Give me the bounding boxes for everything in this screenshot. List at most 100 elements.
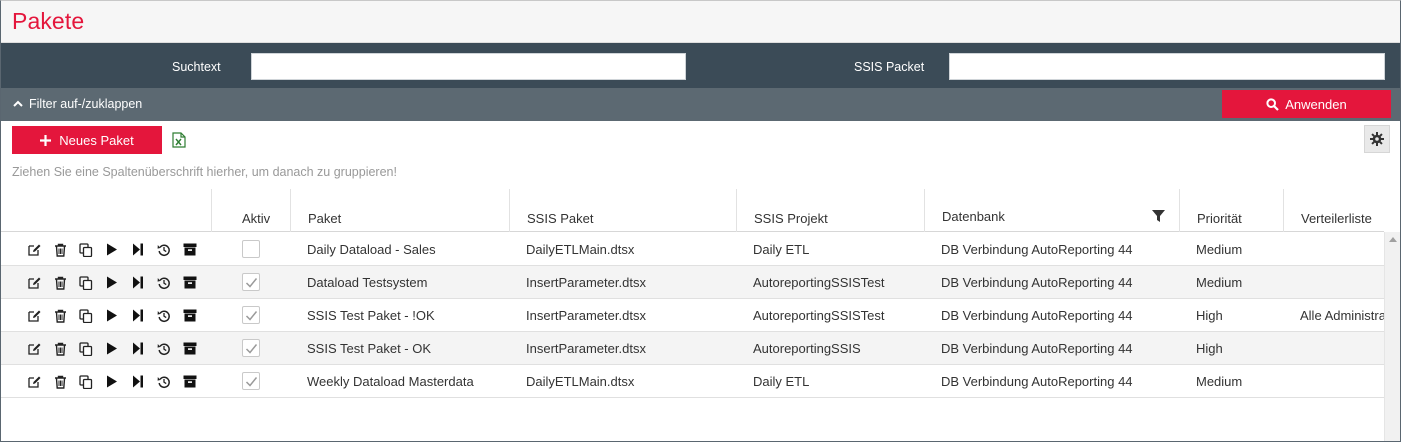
table-row[interactable]: SSIS Test Paket - OK InsertParameter.dtsx… <box>1 332 1384 365</box>
check-icon <box>245 311 258 321</box>
header-verteilerliste[interactable]: Verteilerliste <box>1283 189 1384 232</box>
cell-verteilerliste <box>1283 332 1384 365</box>
plus-icon <box>40 134 52 146</box>
step-forward-icon[interactable] <box>130 242 146 258</box>
history-icon[interactable] <box>156 242 172 258</box>
row-actions <box>26 266 198 299</box>
filter-panel: Suchtext SSIS Packet <box>1 43 1400 88</box>
aktiv-checkbox[interactable] <box>242 240 260 258</box>
play-icon[interactable] <box>104 374 120 390</box>
aktiv-checkbox[interactable] <box>242 372 260 390</box>
archive-icon[interactable] <box>182 242 198 258</box>
delete-icon[interactable] <box>52 341 68 357</box>
filter-toggle-bar: Filter auf-/zuklappen Anwenden <box>1 88 1400 121</box>
header-datenbank[interactable]: Datenbank <box>924 189 1179 232</box>
play-icon[interactable] <box>104 275 120 291</box>
play-icon[interactable] <box>104 242 120 258</box>
copy-icon[interactable] <box>78 374 94 390</box>
history-icon[interactable] <box>156 374 172 390</box>
apply-button-label: Anwenden <box>1285 96 1347 112</box>
table-row[interactable]: Dataload Testsystem InsertParameter.dtsx A… <box>1 266 1384 299</box>
header-prioritaet[interactable]: Priorität <box>1179 189 1283 232</box>
packages-page: Pakete Suchtext SSIS Packet Filter auf-/… <box>0 0 1401 442</box>
play-icon[interactable] <box>104 308 120 324</box>
vertical-scrollbar[interactable] <box>1384 232 1400 441</box>
filter-toggle[interactable]: Filter auf-/zuklappen <box>13 97 142 111</box>
cell-prioritaet: Medium <box>1196 374 1243 389</box>
edit-icon[interactable] <box>26 374 42 390</box>
cell-ssis-projekt: AutoreportingSSIS <box>753 341 861 356</box>
history-icon[interactable] <box>156 341 172 357</box>
check-icon <box>245 344 258 354</box>
copy-icon[interactable] <box>78 275 94 291</box>
history-icon[interactable] <box>156 308 172 324</box>
header-ssis-paket[interactable]: SSIS Paket <box>509 189 736 232</box>
edit-icon[interactable] <box>26 308 42 324</box>
step-forward-icon[interactable] <box>130 308 146 324</box>
chevron-up-icon <box>13 100 23 107</box>
play-icon[interactable] <box>104 341 120 357</box>
cell-prioritaet: Medium <box>1196 275 1243 290</box>
cell-verteilerliste <box>1283 266 1384 299</box>
cell-ssis-projekt: AutoreportingSSISTest <box>753 275 885 290</box>
copy-icon[interactable] <box>78 341 94 357</box>
cell-paket: Weekly Dataload Masterdata <box>307 374 474 389</box>
edit-icon[interactable] <box>26 242 42 258</box>
cell-prioritaet: Medium <box>1196 242 1243 257</box>
aktiv-checkbox[interactable] <box>242 339 260 357</box>
edit-icon[interactable] <box>26 275 42 291</box>
cell-paket: SSIS Test Paket - !OK <box>307 308 435 323</box>
grid-toolbar: Neues Paket <box>1 121 1400 161</box>
table-row[interactable]: Weekly Dataload Masterdata DailyETLMain.d… <box>1 365 1384 398</box>
step-forward-icon[interactable] <box>130 374 146 390</box>
ssis-packet-input[interactable] <box>949 53 1385 80</box>
delete-icon[interactable] <box>52 275 68 291</box>
cell-ssis-paket: DailyETLMain.dtsx <box>526 242 635 257</box>
cell-ssis-paket: InsertParameter.dtsx <box>526 308 646 323</box>
header-aktiv[interactable]: Aktiv <box>211 189 290 232</box>
archive-icon[interactable] <box>182 341 198 357</box>
cell-ssis-paket: InsertParameter.dtsx <box>526 341 646 356</box>
apply-button[interactable]: Anwenden <box>1222 90 1391 118</box>
table-row[interactable]: SSIS Test Paket - !OK InsertParameter.dts… <box>1 299 1384 332</box>
copy-icon[interactable] <box>78 242 94 258</box>
delete-icon[interactable] <box>52 308 68 324</box>
new-package-button[interactable]: Neues Paket <box>12 126 162 154</box>
filter-icon[interactable] <box>1152 210 1165 223</box>
cell-datenbank: DB Verbindung AutoReporting 44 <box>941 341 1133 356</box>
header-ssis-projekt[interactable]: SSIS Projekt <box>736 189 924 232</box>
title-bar: Pakete <box>1 1 1400 43</box>
cell-ssis-projekt: Daily ETL <box>753 242 810 257</box>
archive-icon[interactable] <box>182 275 198 291</box>
cell-datenbank: DB Verbindung AutoReporting 44 <box>941 242 1133 257</box>
cell-datenbank: DB Verbindung AutoReporting 44 <box>941 374 1133 389</box>
step-forward-icon[interactable] <box>130 341 146 357</box>
page-title: Pakete <box>12 8 85 34</box>
header-paket[interactable]: Paket <box>290 189 509 232</box>
scroll-thumb[interactable] <box>1389 250 1397 440</box>
archive-icon[interactable] <box>182 308 198 324</box>
archive-icon[interactable] <box>182 374 198 390</box>
excel-export-icon[interactable] <box>172 132 186 148</box>
cell-datenbank: DB Verbindung AutoReporting 44 <box>941 275 1133 290</box>
scroll-up-arrow[interactable] <box>1389 237 1397 242</box>
settings-button[interactable] <box>1364 125 1390 153</box>
history-icon[interactable] <box>156 275 172 291</box>
search-icon <box>1266 97 1280 111</box>
edit-icon[interactable] <box>26 341 42 357</box>
delete-icon[interactable] <box>52 374 68 390</box>
cell-paket: SSIS Test Paket - OK <box>307 341 432 356</box>
cell-ssis-paket: InsertParameter.dtsx <box>526 275 646 290</box>
aktiv-checkbox[interactable] <box>242 306 260 324</box>
aktiv-checkbox[interactable] <box>242 273 260 291</box>
row-actions <box>26 332 198 365</box>
step-forward-icon[interactable] <box>130 275 146 291</box>
new-package-label: Neues Paket <box>59 132 134 148</box>
header-datenbank-label: Datenbank <box>942 209 1005 224</box>
delete-icon[interactable] <box>52 242 68 258</box>
copy-icon[interactable] <box>78 308 94 324</box>
row-actions <box>26 365 198 398</box>
cell-verteilerliste <box>1283 365 1384 398</box>
table-row[interactable]: Daily Dataload - Sales DailyETLMain.dtsx D… <box>1 233 1384 266</box>
suchtext-input[interactable] <box>251 53 686 80</box>
